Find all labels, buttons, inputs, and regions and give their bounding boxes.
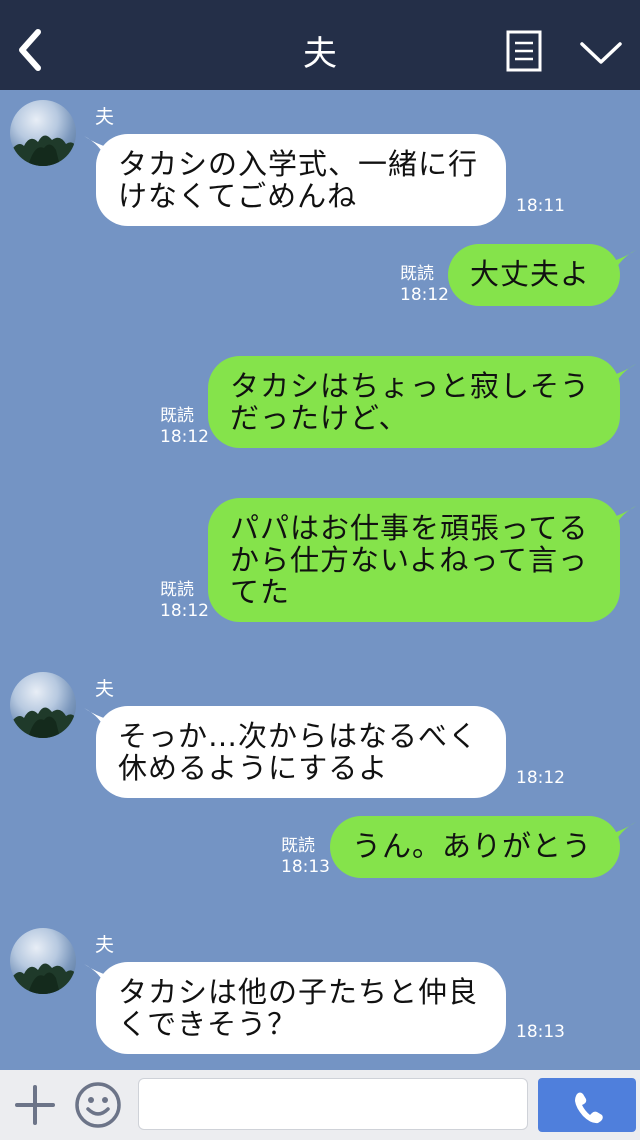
chevron-down-icon [580,42,622,64]
read-receipt: 既読 18:13 [281,836,330,878]
message-bubble-incoming[interactable]: タカシの入学式、一緒に行 けなくてごめんね [96,134,506,226]
list-icon [506,30,542,72]
tree-avatar-image [10,963,76,994]
sender-name: 夫 [95,106,115,128]
phone-icon [575,1092,603,1124]
chevron-left-icon [19,29,41,71]
tree-avatar-image [10,707,76,738]
avatar[interactable] [10,672,76,738]
message-bubble-incoming[interactable]: そっか…次からはなるべく 休めるようにするよ [96,706,506,798]
chat-title: 夫 [303,34,337,74]
message-time: 18:12 [516,768,565,788]
message-time: 18:12 [400,285,449,305]
call-button[interactable] [538,1078,636,1132]
chat-header: 夫 [0,0,640,90]
message-time: 18:13 [281,857,330,877]
message-bubble-outgoing[interactable]: 大丈夫よ [448,244,620,306]
message-time: 18:12 [160,427,209,447]
message-bubble-outgoing[interactable]: うん。ありがとう [330,816,620,878]
plus-icon [15,1085,55,1125]
read-label: 既読 [160,406,194,426]
bubble-tail [610,822,636,848]
bubble-tail [610,506,636,532]
avatar[interactable] [10,928,76,994]
sender-name: 夫 [95,934,115,956]
message-bubble-outgoing[interactable]: タカシはちょっと寂しそう だったけど、 [208,356,620,448]
read-label: 既読 [400,264,434,284]
menu-button[interactable] [506,30,542,72]
read-receipt: 既読 18:12 [400,264,449,306]
read-receipt: 既読 18:12 [160,406,209,448]
bubble-tail [610,250,636,276]
read-receipt: 既読 18:12 [160,580,209,622]
message-bubble-outgoing[interactable]: パパはお仕事を頑張ってる から仕方ないよねって言っ てた [208,498,620,622]
message-composer [0,1070,640,1140]
back-button[interactable] [14,28,50,72]
message-list[interactable]: 夫 タカシの入学式、一緒に行 けなくてごめんね 18:11 既読 18:12 大… [0,90,640,1070]
add-button[interactable] [14,1084,56,1126]
tree-avatar-image [10,135,76,166]
read-label: 既読 [281,836,315,856]
message-time: 18:13 [516,1022,565,1042]
sender-name: 夫 [95,678,115,700]
message-bubble-incoming[interactable]: タカシは他の子たちと仲良 くできそう？ [96,962,506,1054]
emoji-button[interactable] [74,1081,122,1129]
expand-button[interactable] [578,38,624,68]
emoji-icon [75,1082,121,1128]
read-label: 既読 [160,580,194,600]
message-input[interactable] [138,1078,528,1130]
message-time: 18:12 [160,601,209,621]
bubble-tail [610,364,636,390]
message-time: 18:11 [516,196,565,216]
avatar[interactable] [10,100,76,166]
